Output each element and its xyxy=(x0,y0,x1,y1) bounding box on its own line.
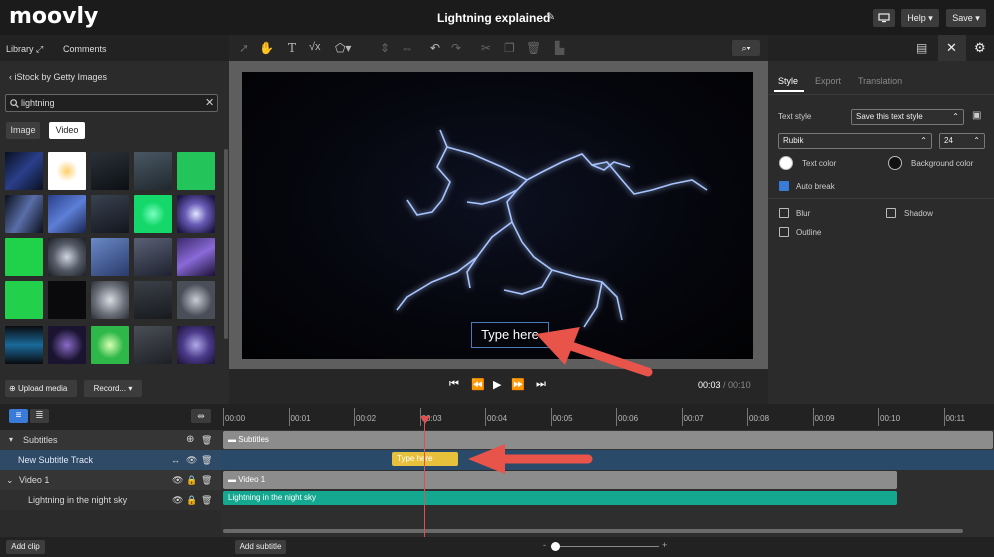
arrow-to-subtitle-clip xyxy=(468,444,593,474)
arrow-to-text-overlay xyxy=(536,327,653,377)
annotation-arrows xyxy=(468,327,653,474)
